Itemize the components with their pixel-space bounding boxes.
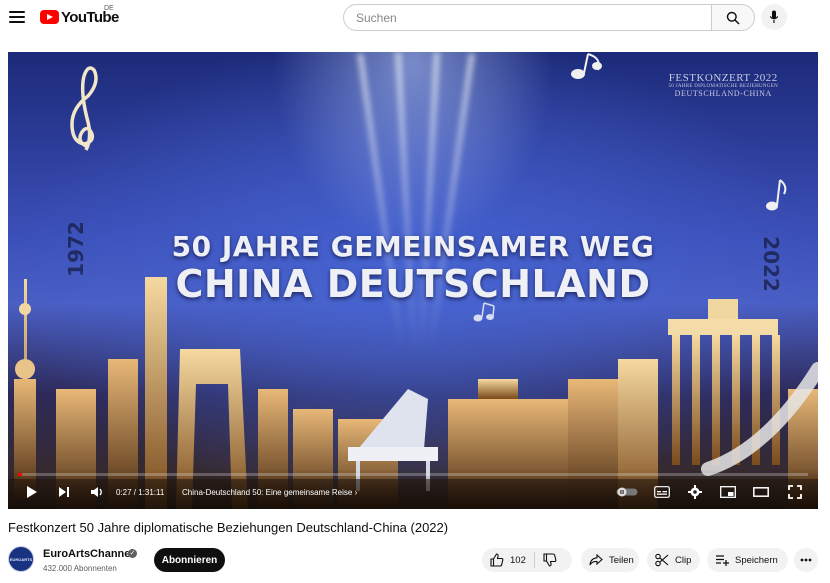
event-overlay: FESTKONZERT 2022 50 JAHRE DIPLOMATISCHE …: [668, 72, 778, 98]
chapter-title[interactable]: China-Deutschland 50: Eine gemeinsame Re…: [182, 488, 357, 497]
time-display: 0:27 / 1:31:11: [116, 488, 165, 497]
channel-row: EUROARTS EuroArtsChannel ✓ 432.000 Abonn…: [8, 544, 818, 580]
share-icon: [589, 554, 603, 566]
next-icon: [59, 487, 69, 497]
channel-name[interactable]: EuroArtsChannel: [43, 548, 133, 560]
clip-button[interactable]: Clip: [647, 548, 700, 572]
share-label: Teilen: [609, 554, 634, 566]
player-controls: 0:27 / 1:31:11 China-Deutschland 50: Ein…: [8, 469, 818, 509]
more-actions-button[interactable]: [794, 548, 818, 572]
play-button[interactable]: [24, 483, 40, 501]
save-button[interactable]: Speichern: [707, 548, 788, 572]
subtitles-button[interactable]: [653, 483, 671, 501]
search-button[interactable]: [711, 4, 755, 31]
theater-mode-button[interactable]: [752, 483, 770, 501]
miniplayer-button[interactable]: [719, 483, 737, 501]
play-icon: [27, 486, 37, 498]
event-country: DEUTSCHLAND-CHINA: [674, 89, 772, 98]
more-horizontal-icon: [800, 558, 812, 562]
save-label: Speichern: [735, 554, 778, 566]
voice-search-button[interactable]: [761, 4, 787, 30]
event-title: FESTKONZERT 2022: [668, 72, 778, 84]
like-count: 102: [510, 554, 526, 566]
hamburger-menu-icon[interactable]: [8, 8, 26, 26]
search-icon: [726, 11, 740, 25]
save-to-playlist-icon: [716, 555, 729, 566]
play-logo-icon: [40, 10, 59, 24]
clip-label: Clip: [675, 554, 692, 566]
scissors-icon: [655, 553, 669, 567]
music-note-icon: [766, 179, 787, 211]
gear-icon: [688, 485, 702, 499]
settings-button[interactable]: [686, 483, 704, 501]
subscribe-button[interactable]: Abonnieren: [154, 548, 225, 572]
video-player[interactable]: FESTKONZERT 2022 50 JAHRE DIPLOMATISCHE …: [8, 52, 818, 509]
country-code: DE: [104, 5, 114, 12]
share-button[interactable]: Teilen: [581, 548, 639, 572]
miniplayer-icon: [720, 486, 736, 498]
volume-icon: [91, 487, 102, 497]
like-dislike-group: 102: [482, 548, 572, 572]
verified-badge-icon: ✓: [128, 549, 137, 558]
search-bar: [343, 4, 755, 31]
treble-clef-icon: [70, 66, 98, 151]
music-note-icon: [571, 53, 602, 79]
next-button[interactable]: [56, 483, 72, 501]
subtitles-icon: [654, 486, 670, 498]
top-bar: YouTube DE: [0, 0, 830, 34]
chapter-text: China-Deutschland 50: Eine gemeinsame Re…: [182, 488, 353, 497]
thumbs-up-icon: [490, 553, 504, 567]
fullscreen-button[interactable]: [786, 483, 804, 501]
autoplay-toggle[interactable]: [615, 483, 639, 501]
mute-button[interactable]: [88, 483, 106, 501]
video-title: Festkonzert 50 Jahre diplomatische Bezie…: [8, 520, 449, 535]
like-button[interactable]: 102: [482, 548, 534, 572]
dislike-button[interactable]: [535, 548, 565, 572]
progress-bar[interactable]: [18, 473, 808, 476]
theater-mode-icon: [753, 487, 769, 497]
progress-fill: [18, 473, 22, 476]
thumbs-down-icon: [543, 553, 557, 567]
autoplay-toggle-icon: [616, 487, 638, 497]
video-overlay-title: 50 JAHRE GEMEINSAMER WEG: [171, 230, 655, 263]
channel-avatar[interactable]: EUROARTS: [8, 546, 34, 572]
microphone-icon: [769, 10, 779, 23]
subscriber-count: 432.000 Abonnenten: [43, 564, 117, 573]
fullscreen-icon: [788, 485, 802, 499]
search-input[interactable]: [343, 4, 711, 31]
chapter-arrow-icon: ›: [354, 488, 358, 497]
